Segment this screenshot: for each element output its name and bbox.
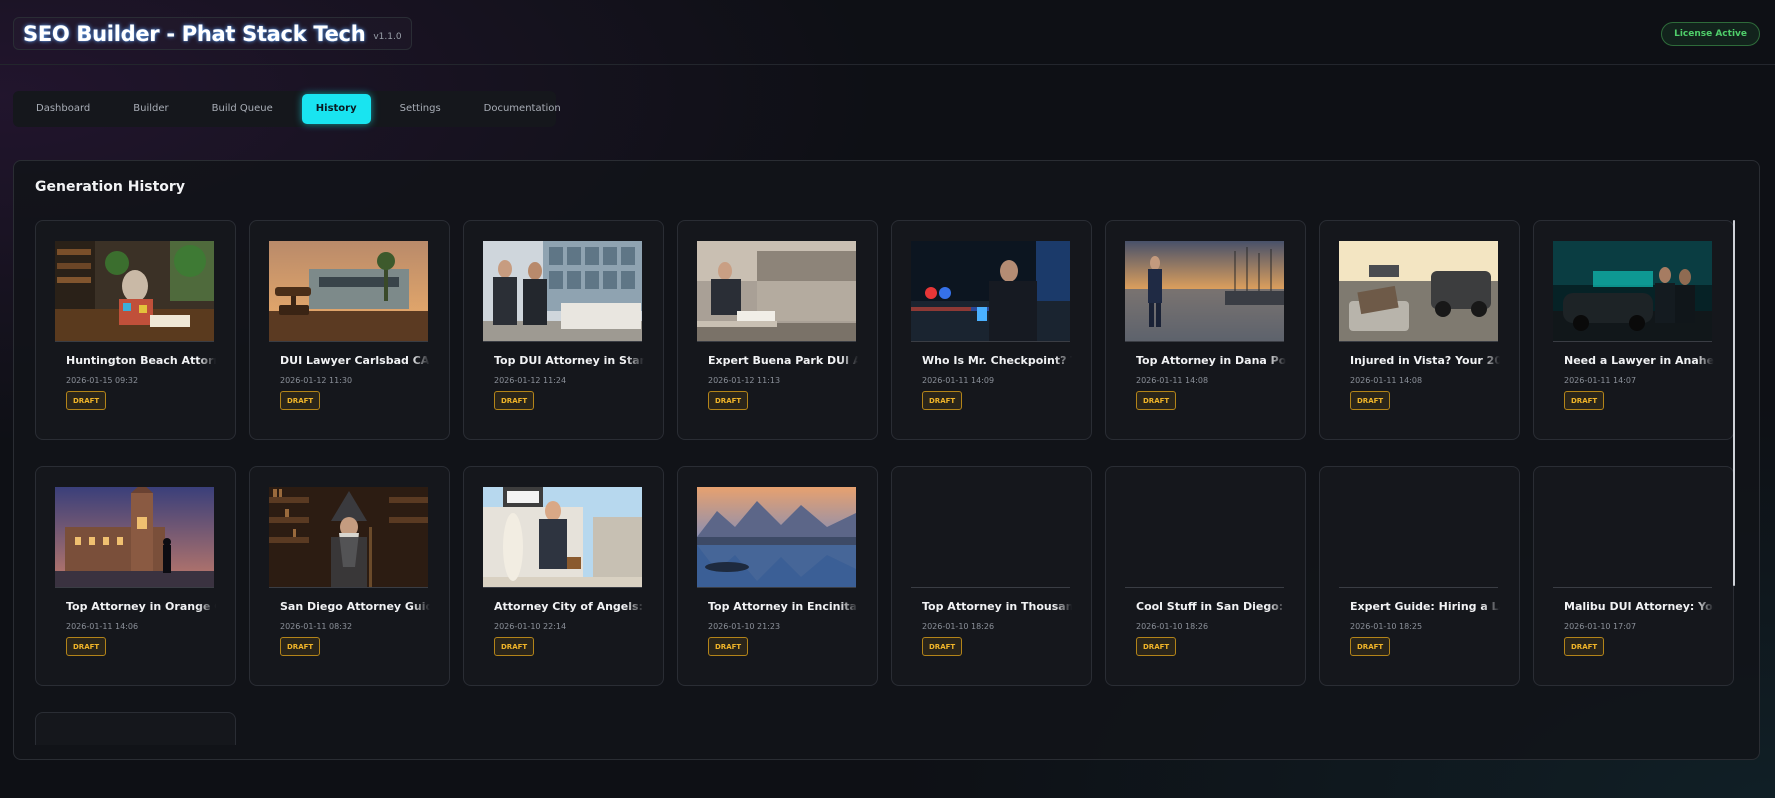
history-card[interactable]: Top Attorney in Thousand 2026-01-10 18:26… xyxy=(891,466,1092,686)
history-card[interactable]: Need a Lawyer in Anaheim 2026-01-11 14:07… xyxy=(1533,220,1734,440)
license-status-badge: License Active xyxy=(1661,22,1760,46)
history-card-date: 2026-01-15 09:32 xyxy=(66,376,139,385)
history-card-date: 2026-01-12 11:24 xyxy=(494,376,567,385)
tab-documentation[interactable]: Documentation xyxy=(470,94,575,124)
history-card-date: 2026-01-10 18:25 xyxy=(1350,622,1423,631)
status-badge: DRAFT xyxy=(66,391,107,410)
status-badge: DRAFT xyxy=(280,391,321,410)
history-card[interactable] xyxy=(35,712,236,745)
history-card-thumbnail xyxy=(697,487,856,588)
history-card-date: 2026-01-11 14:09 xyxy=(922,376,995,385)
history-card-thumbnail xyxy=(1125,241,1284,342)
history-card[interactable]: Cool Stuff in San Diego: T 2026-01-10 18:… xyxy=(1105,466,1306,686)
panel-title: Generation History xyxy=(35,179,185,195)
main-tab-bar: Dashboard Builder Build Queue History Se… xyxy=(13,91,561,127)
history-card[interactable]: Top Attorney in Orange Co 2026-01-11 14:0… xyxy=(35,466,236,686)
history-scrollbar[interactable] xyxy=(1733,220,1735,586)
history-card-title: Who Is Mr. Checkpoint? Th xyxy=(922,354,1072,367)
history-card-thumbnail xyxy=(269,487,428,588)
history-card-thumbnail xyxy=(55,487,214,588)
status-badge: DRAFT xyxy=(922,637,963,656)
history-card-thumbnail xyxy=(269,241,428,342)
status-badge: DRAFT xyxy=(66,637,107,656)
history-card-date: 2026-01-12 11:13 xyxy=(708,376,781,385)
history-card-thumbnail xyxy=(697,241,856,342)
app-version: v1.1.0 xyxy=(373,31,402,42)
history-card-thumbnail xyxy=(483,487,642,588)
history-card[interactable]: Who Is Mr. Checkpoint? Th 2026-01-11 14:0… xyxy=(891,220,1092,440)
status-badge: DRAFT xyxy=(1564,391,1605,410)
history-card-date: 2026-01-11 14:08 xyxy=(1350,376,1423,385)
status-badge: DRAFT xyxy=(494,391,535,410)
status-badge: DRAFT xyxy=(708,637,749,656)
history-card-date: 2026-01-11 14:07 xyxy=(1564,376,1637,385)
status-badge: DRAFT xyxy=(922,391,963,410)
history-card[interactable]: Huntington Beach Attorne 2026-01-15 09:32… xyxy=(35,220,236,440)
history-card-date: 2026-01-10 22:14 xyxy=(494,622,567,631)
tab-settings[interactable]: Settings xyxy=(386,94,455,124)
history-card-title: Top DUI Attorney in Stant xyxy=(494,354,644,367)
history-card-thumbnail xyxy=(1125,487,1284,588)
history-card-thumbnail xyxy=(483,241,642,342)
history-card-thumbnail xyxy=(911,241,1070,342)
history-card-thumbnail xyxy=(1339,487,1498,588)
history-card-title: Expert Guide: Hiring a Law xyxy=(1350,600,1500,613)
history-card-title: Top Attorney in Orange Co xyxy=(66,600,216,613)
history-card[interactable]: Top Attorney in Encinitas C 2026-01-10 21… xyxy=(677,466,878,686)
history-card-title: Top Attorney in Dana Poin xyxy=(1136,354,1286,367)
tab-build-queue[interactable]: Build Queue xyxy=(198,94,287,124)
app-brand: SEO Builder - Phat Stack Tech v1.1.0 xyxy=(13,17,412,50)
history-card-date: 2026-01-10 17:07 xyxy=(1564,622,1637,631)
history-card[interactable]: Injured in Vista? Your 2026 2026-01-11 14… xyxy=(1319,220,1520,440)
app-title: SEO Builder - Phat Stack Tech xyxy=(23,21,366,46)
history-card-thumbnail xyxy=(1553,241,1712,342)
history-card-date: 2026-01-11 14:06 xyxy=(66,622,139,631)
status-badge: DRAFT xyxy=(280,637,321,656)
history-card[interactable]: Expert Guide: Hiring a Law 2026-01-10 18:… xyxy=(1319,466,1520,686)
history-card[interactable]: Malibu DUI Attorney: Your 2026-01-10 17:0… xyxy=(1533,466,1734,686)
history-card-title: Malibu DUI Attorney: Your xyxy=(1564,600,1714,613)
tab-dashboard[interactable]: Dashboard xyxy=(22,94,104,124)
status-badge: DRAFT xyxy=(1350,391,1391,410)
history-card-title: Top Attorney in Encinitas C xyxy=(708,600,858,613)
history-card-title: Expert Buena Park DUI Att xyxy=(708,354,858,367)
history-card[interactable]: Attorney City of Angels: S 2026-01-10 22:… xyxy=(463,466,664,686)
history-card[interactable]: DUI Lawyer Carlsbad CA: E 2026-01-12 11:3… xyxy=(249,220,450,440)
history-card-title: Need a Lawyer in Anaheim xyxy=(1564,354,1714,367)
history-card-title: DUI Lawyer Carlsbad CA: E xyxy=(280,354,430,367)
history-card-thumbnail xyxy=(55,241,214,342)
history-card-thumbnail xyxy=(911,487,1070,588)
history-card-date: 2026-01-10 18:26 xyxy=(922,622,995,631)
history-card-title: Cool Stuff in San Diego: T xyxy=(1136,600,1286,613)
history-card-date: 2026-01-10 21:23 xyxy=(708,622,781,631)
tab-history[interactable]: History xyxy=(301,94,371,124)
history-card-title: Injured in Vista? Your 2026 xyxy=(1350,354,1500,367)
history-card[interactable]: Top Attorney in Dana Poin 2026-01-11 14:0… xyxy=(1105,220,1306,440)
history-card-thumbnail xyxy=(1553,487,1712,588)
history-card-date: 2026-01-11 08:32 xyxy=(280,622,353,631)
history-card[interactable]: Top DUI Attorney in Stant 2026-01-12 11:2… xyxy=(463,220,664,440)
app-header: SEO Builder - Phat Stack Tech v1.1.0 Lic… xyxy=(0,0,1775,65)
history-panel: Generation History Huntington Beach Atto… xyxy=(13,160,1760,760)
history-card-date: 2026-01-10 18:26 xyxy=(1136,622,1209,631)
history-card-date: 2026-01-12 11:30 xyxy=(280,376,353,385)
status-badge: DRAFT xyxy=(1136,391,1177,410)
history-card-title: San Diego Attorney Guide: xyxy=(280,600,430,613)
status-badge: DRAFT xyxy=(1564,637,1605,656)
status-badge: DRAFT xyxy=(1350,637,1391,656)
status-badge: DRAFT xyxy=(494,637,535,656)
history-card-title: Huntington Beach Attorne xyxy=(66,354,216,367)
history-card-title: Attorney City of Angels: S xyxy=(494,600,644,613)
history-card-title: Top Attorney in Thousand xyxy=(922,600,1072,613)
history-card-thumbnail xyxy=(1339,241,1498,342)
history-card[interactable]: San Diego Attorney Guide: 2026-01-11 08:3… xyxy=(249,466,450,686)
history-grid[interactable]: Huntington Beach Attorne 2026-01-15 09:32… xyxy=(35,220,1745,745)
history-card[interactable]: Expert Buena Park DUI Att 2026-01-12 11:1… xyxy=(677,220,878,440)
status-badge: DRAFT xyxy=(708,391,749,410)
status-badge: DRAFT xyxy=(1136,637,1177,656)
history-card-date: 2026-01-11 14:08 xyxy=(1136,376,1209,385)
tab-builder[interactable]: Builder xyxy=(119,94,182,124)
